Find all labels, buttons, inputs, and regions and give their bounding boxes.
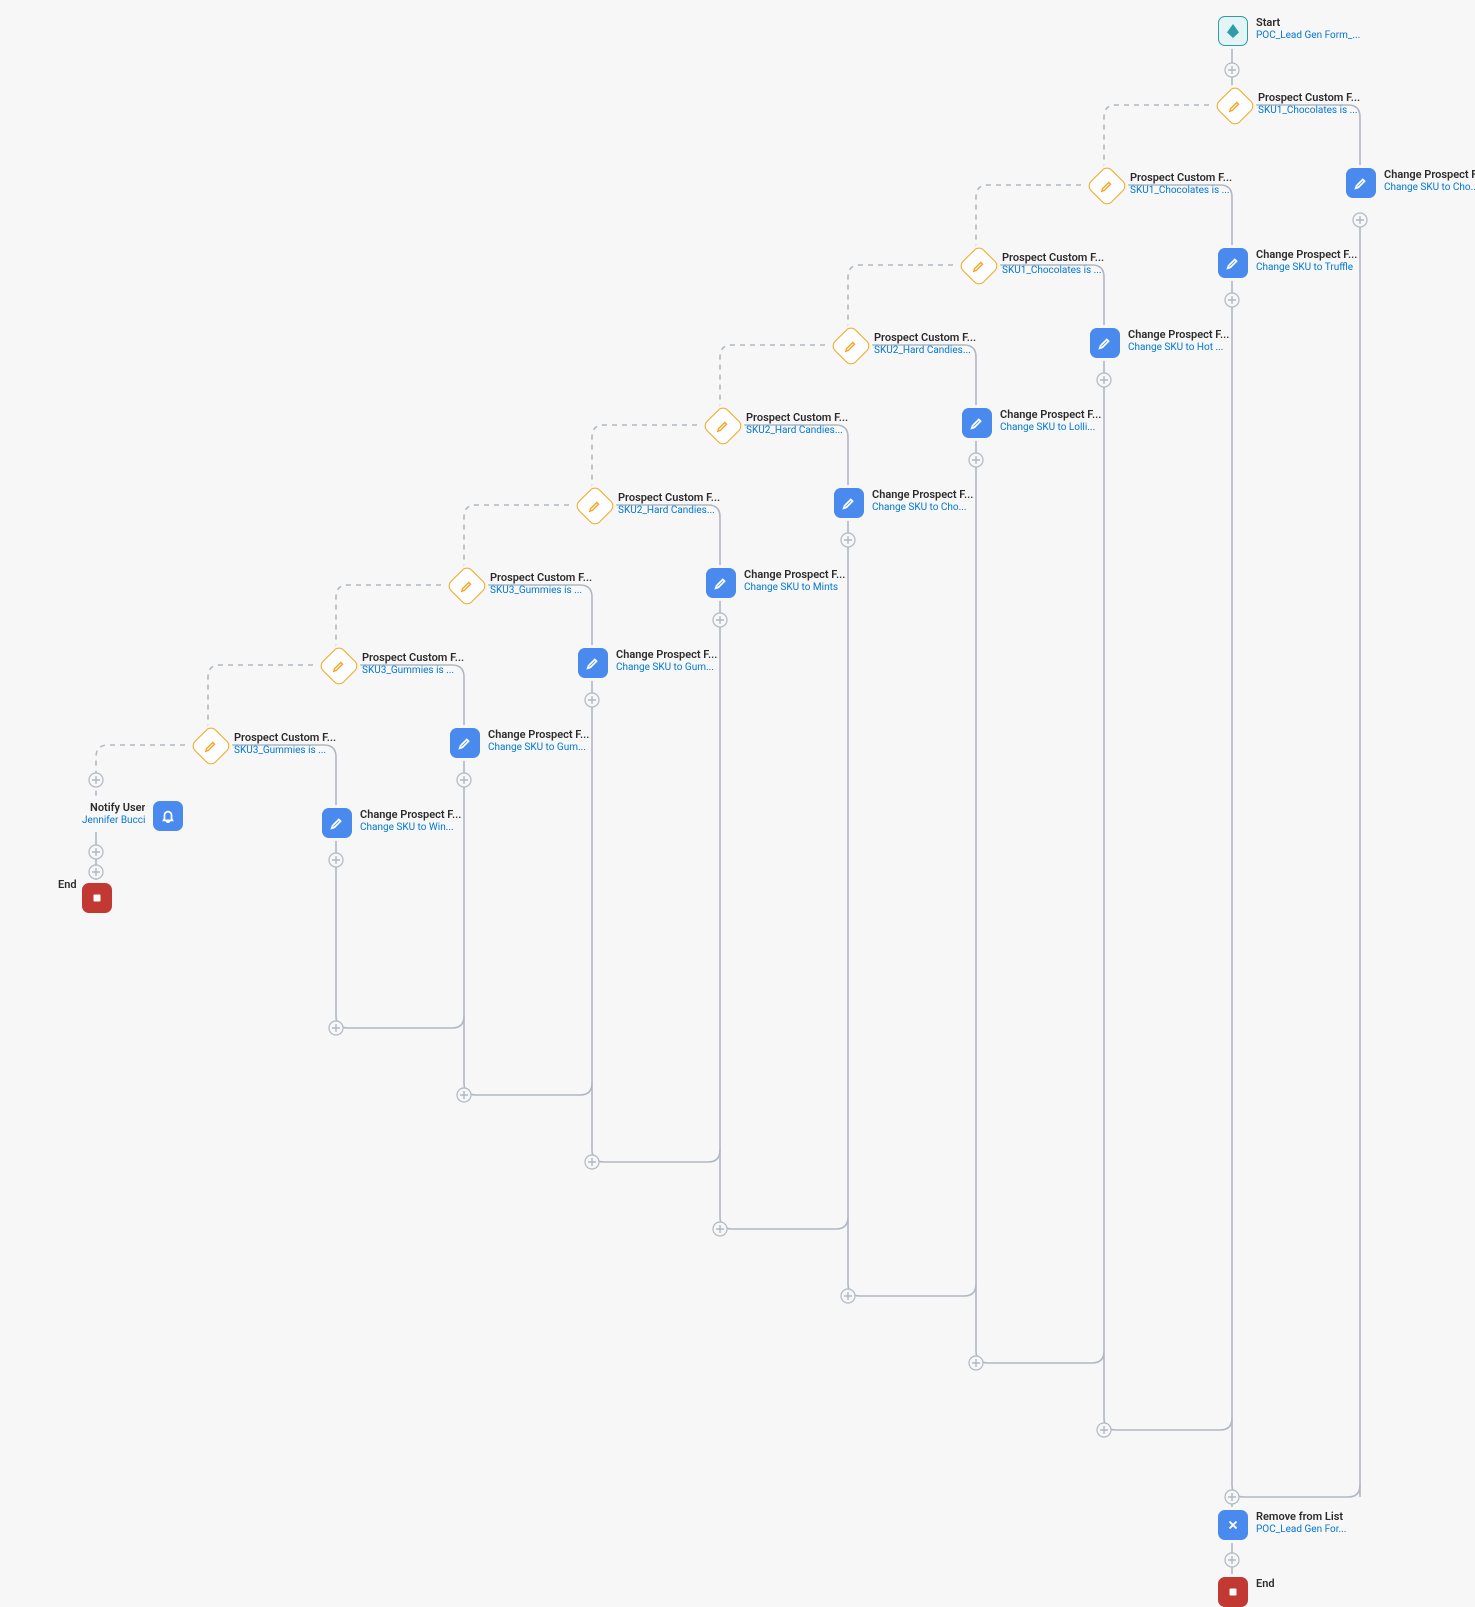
rule-icon — [958, 245, 1000, 287]
action-node[interactable]: Change Prospect F...Change SKU to Gum... — [450, 728, 589, 758]
node-title: Prospect Custom F... — [234, 731, 336, 745]
action-node[interactable]: Change Prospect F...Change SKU to Win... — [322, 808, 461, 838]
rule-icon — [190, 725, 232, 767]
pencil-icon — [450, 728, 480, 758]
rule-node[interactable]: Prospect Custom F...SKU2_Hard Candies... — [836, 331, 976, 361]
pencil-icon — [1090, 328, 1120, 358]
node-title: Prospect Custom F... — [746, 411, 848, 425]
node-subtitle: Change SKU to Mints — [744, 582, 845, 595]
rule-icon — [830, 325, 872, 367]
bell-icon — [153, 801, 183, 831]
end-node[interactable]: End — [1218, 1577, 1275, 1607]
rule-node[interactable]: Prospect Custom F...SKU2_Hard Candies... — [708, 411, 848, 441]
pencil-icon — [578, 648, 608, 678]
node-title: Remove from List — [1256, 1510, 1346, 1524]
remove-from-list-node[interactable]: Remove from ListPOC_Lead Gen For... — [1218, 1510, 1346, 1540]
pencil-icon — [962, 408, 992, 438]
action-node[interactable]: Change Prospect F...Change SKU to Cho... — [834, 488, 973, 518]
node-subtitle: Change SKU to Truffle — [1256, 262, 1357, 275]
node-subtitle: SKU3_Gummies is ... — [490, 585, 592, 598]
node-title: Notify User — [90, 801, 145, 815]
node-subtitle: SKU2_Hard Candies... — [746, 425, 848, 438]
node-subtitle: Change SKU to Cho... — [1384, 182, 1475, 195]
x-icon — [1218, 1510, 1248, 1540]
node-subtitle: SKU3_Gummies is ... — [362, 665, 464, 678]
node-subtitle: POC_Lead Gen For... — [1256, 1524, 1346, 1537]
rule-node[interactable]: Prospect Custom F...SKU1_Chocolates is .… — [1092, 171, 1232, 201]
rule-icon — [1214, 85, 1256, 127]
node-subtitle: SKU1_Chocolates is ... — [1258, 105, 1360, 118]
pencil-icon — [322, 808, 352, 838]
node-subtitle: Change SKU to Hot ... — [1128, 342, 1229, 355]
pencil-icon — [834, 488, 864, 518]
start-node[interactable]: Start POC_Lead Gen Form_... — [1218, 16, 1360, 46]
rule-icon — [1086, 165, 1128, 207]
action-node[interactable]: Change Prospect F...Change SKU to Gum... — [578, 648, 717, 678]
action-node[interactable]: Change Prospect F...Change SKU to Cho... — [1346, 168, 1475, 198]
node-subtitle: SKU2_Hard Candies... — [874, 345, 976, 358]
node-title: Prospect Custom F... — [1258, 91, 1360, 105]
node-title: Prospect Custom F... — [618, 491, 720, 505]
node-title: End — [1256, 1577, 1275, 1591]
rule-node[interactable]: Prospect Custom F...SKU3_Gummies is ... — [196, 731, 336, 761]
node-title: Prospect Custom F... — [490, 571, 592, 585]
rule-icon — [446, 565, 488, 607]
node-title: Prospect Custom F... — [1002, 251, 1104, 265]
rule-node[interactable]: Prospect Custom F...SKU1_Chocolates is .… — [1220, 91, 1360, 121]
node-title: Change Prospect F... — [488, 728, 589, 742]
add-step-icon[interactable] — [89, 63, 1367, 1567]
action-node[interactable]: Change Prospect F...Change SKU to Lolli.… — [962, 408, 1101, 438]
node-title: Change Prospect F... — [744, 568, 845, 582]
rule-icon — [318, 645, 360, 687]
rule-node[interactable]: Prospect Custom F...SKU3_Gummies is ... — [324, 651, 464, 681]
node-subtitle: Change SKU to Win... — [360, 822, 461, 835]
pencil-icon — [706, 568, 736, 598]
action-node[interactable]: Change Prospect F...Change SKU to Hot ..… — [1090, 328, 1229, 358]
node-subtitle: Change SKU to Gum... — [616, 662, 717, 675]
pencil-icon — [1346, 168, 1376, 198]
node-title: Change Prospect F... — [1384, 168, 1475, 182]
node-subtitle: SKU2_Hard Candies... — [618, 505, 720, 518]
rule-node[interactable]: Prospect Custom F...SKU1_Chocolates is .… — [964, 251, 1104, 281]
node-subtitle: Change SKU to Gum... — [488, 742, 589, 755]
workflow-canvas[interactable]: { "nodes": { "start": {"title":"Start","… — [0, 0, 1475, 1600]
notify-user-node[interactable]: Notify UserJennifer Bucci — [82, 801, 183, 831]
node-title: Prospect Custom F... — [874, 331, 976, 345]
trigger-icon — [1218, 16, 1248, 46]
node-subtitle: SKU1_Chocolates is ... — [1002, 265, 1104, 278]
end-node[interactable] — [82, 883, 112, 913]
node-title: Start — [1256, 16, 1360, 30]
node-subtitle: SKU1_Chocolates is ... — [1130, 185, 1232, 198]
action-node[interactable]: Change Prospect F...Change SKU to Truffl… — [1218, 248, 1357, 278]
node-title: Change Prospect F... — [360, 808, 461, 822]
rule-icon — [574, 485, 616, 527]
rule-node[interactable]: Prospect Custom F...SKU3_Gummies is ... — [452, 571, 592, 601]
node-title: Prospect Custom F... — [362, 651, 464, 665]
node-title: Change Prospect F... — [1256, 248, 1357, 262]
stop-icon — [1218, 1577, 1248, 1607]
node-title: Change Prospect F... — [616, 648, 717, 662]
node-subtitle: Change SKU to Lolli... — [1000, 422, 1101, 435]
end-label: End — [58, 878, 77, 891]
node-title: Change Prospect F... — [1128, 328, 1229, 342]
node-title: Prospect Custom F... — [1130, 171, 1232, 185]
node-subtitle: Jennifer Bucci — [82, 815, 145, 828]
action-node[interactable]: Change Prospect F...Change SKU to Mints — [706, 568, 845, 598]
node-subtitle: POC_Lead Gen Form_... — [1256, 30, 1360, 43]
node-subtitle: SKU3_Gummies is ... — [234, 745, 336, 758]
rule-node[interactable]: Prospect Custom F...SKU2_Hard Candies... — [580, 491, 720, 521]
stop-icon — [82, 883, 112, 913]
node-subtitle: Change SKU to Cho... — [872, 502, 973, 515]
node-title: Change Prospect F... — [1000, 408, 1101, 422]
pencil-icon — [1218, 248, 1248, 278]
rule-icon — [702, 405, 744, 447]
node-title: Change Prospect F... — [872, 488, 973, 502]
